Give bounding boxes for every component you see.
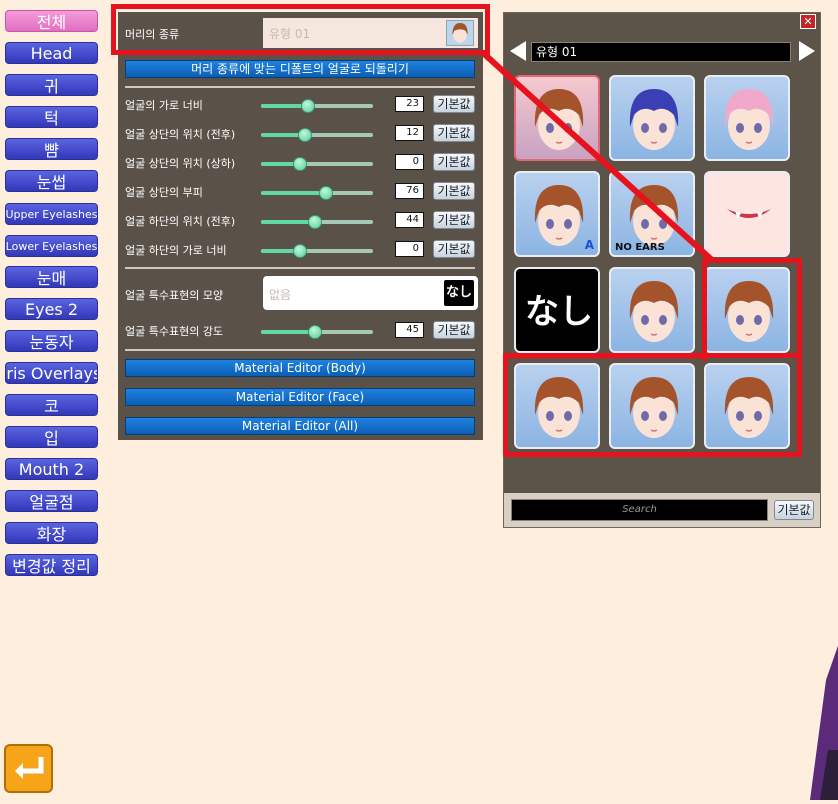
highlight-connector — [479, 49, 715, 359]
character-model-edge — [806, 640, 838, 800]
